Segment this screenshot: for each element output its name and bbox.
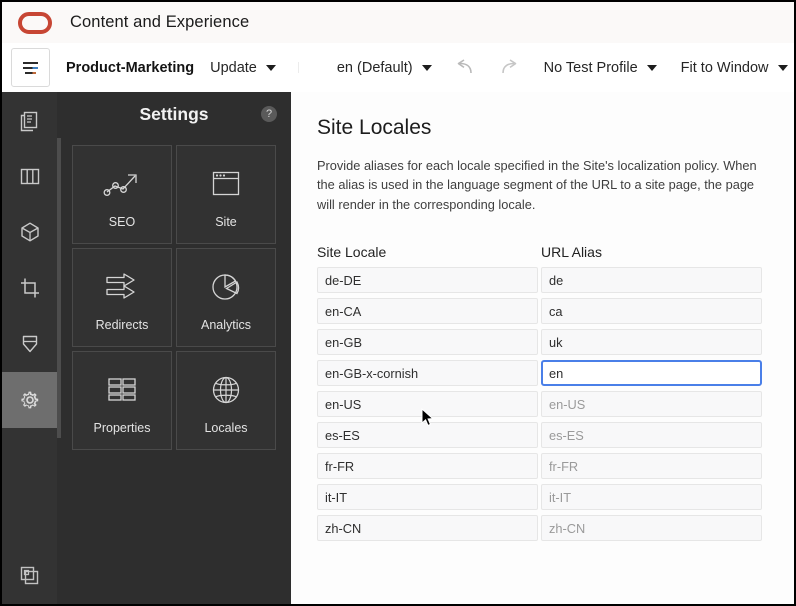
editor-toolbar: Product-Marketing Update en (Default) No… bbox=[2, 43, 794, 93]
copy-pages-icon bbox=[18, 564, 42, 588]
settings-tile-analytics[interactable]: Analytics bbox=[176, 248, 276, 347]
page-description: Provide aliases for each locale specifie… bbox=[317, 156, 763, 214]
table-row bbox=[317, 453, 766, 479]
settings-panel-title: Settings bbox=[139, 104, 208, 125]
settings-tile-label: Site bbox=[215, 215, 237, 229]
gear-icon bbox=[18, 388, 42, 412]
main-content: Site Locales Provide aliases for each lo… bbox=[291, 92, 794, 604]
test-profile-label: No Test Profile bbox=[544, 60, 638, 76]
site-locale-input[interactable] bbox=[317, 391, 538, 417]
sidebar-item-duplicate[interactable] bbox=[2, 548, 57, 604]
undo-redo-group bbox=[454, 59, 520, 77]
sidebar-item-components[interactable] bbox=[2, 204, 57, 260]
zoom-label: Fit to Window bbox=[681, 60, 769, 76]
url-alias-input[interactable] bbox=[541, 422, 762, 448]
crop-frame-icon bbox=[18, 276, 42, 300]
url-alias-input[interactable] bbox=[541, 484, 762, 510]
site-locale-input[interactable] bbox=[317, 453, 538, 479]
settings-tile-label: Properties bbox=[94, 421, 151, 435]
url-alias-input[interactable] bbox=[541, 391, 762, 417]
site-locale-input[interactable] bbox=[317, 484, 538, 510]
redo-arrow-icon[interactable] bbox=[498, 59, 520, 77]
table-row bbox=[317, 329, 766, 355]
panel-scrollbar[interactable] bbox=[57, 138, 61, 438]
settings-tile-label: Analytics bbox=[201, 318, 251, 332]
url-alias-input[interactable] bbox=[541, 298, 762, 324]
url-alias-input[interactable] bbox=[541, 453, 762, 479]
help-question-icon[interactable]: ? bbox=[261, 106, 277, 122]
column-header-url-alias: URL Alias bbox=[541, 244, 602, 260]
application-window: Content and Experience Product-Marketing… bbox=[2, 2, 794, 604]
url-alias-input[interactable] bbox=[541, 360, 762, 386]
update-dropdown-label: Update bbox=[210, 60, 257, 76]
url-alias-input[interactable] bbox=[541, 515, 762, 541]
chevron-down-icon bbox=[778, 65, 788, 71]
column-header-site-locale: Site Locale bbox=[317, 244, 541, 260]
sidebar-item-theme[interactable] bbox=[2, 316, 57, 372]
oracle-logo bbox=[18, 12, 52, 34]
settings-tile-properties[interactable]: Properties bbox=[72, 351, 172, 450]
sidebar-item-settings[interactable] bbox=[2, 372, 57, 428]
locale-dropdown[interactable]: en (Default) bbox=[337, 60, 432, 76]
settings-tile-seo[interactable]: SEO bbox=[72, 145, 172, 244]
site-locale-input[interactable] bbox=[317, 360, 538, 386]
site-locale-input[interactable] bbox=[317, 515, 538, 541]
pie-chart-icon bbox=[205, 264, 247, 310]
locale-table bbox=[317, 267, 766, 546]
table-row bbox=[317, 298, 766, 324]
app-title: Content and Experience bbox=[70, 13, 249, 32]
chevron-down-icon bbox=[422, 65, 432, 71]
pages-icon bbox=[19, 108, 41, 132]
site-locale-input[interactable] bbox=[317, 267, 538, 293]
settings-tile-label: SEO bbox=[109, 215, 135, 229]
browser-window-icon bbox=[205, 161, 247, 207]
toolbar-divider bbox=[298, 62, 299, 73]
test-profile-dropdown[interactable]: No Test Profile bbox=[544, 60, 657, 76]
components-cube-icon bbox=[18, 220, 42, 244]
settings-tile-label: Redirects bbox=[96, 318, 149, 332]
settings-tile-redirects[interactable]: Redirects bbox=[72, 248, 172, 347]
table-row bbox=[317, 484, 766, 510]
brand-bar: Content and Experience bbox=[2, 2, 794, 44]
chevron-down-icon bbox=[647, 65, 657, 71]
table-row bbox=[317, 391, 766, 417]
columns-icon bbox=[18, 165, 42, 187]
settings-tile-grid: SEO Site bbox=[72, 145, 276, 450]
undo-arrow-icon[interactable] bbox=[454, 59, 476, 77]
table-row bbox=[317, 360, 766, 386]
sidebar-item-layouts[interactable] bbox=[2, 148, 57, 204]
settings-tile-locales[interactable]: Locales bbox=[176, 351, 276, 450]
sidebar-item-crop[interactable] bbox=[2, 260, 57, 316]
site-locale-input[interactable] bbox=[317, 422, 538, 448]
theme-pen-icon bbox=[19, 332, 41, 356]
redirect-arrows-icon bbox=[101, 264, 143, 310]
sidebar-item-pages[interactable] bbox=[2, 92, 57, 148]
globe-icon bbox=[205, 367, 247, 413]
settings-panel: Settings ? SEO bbox=[57, 92, 291, 604]
hamburger-menu-icon[interactable] bbox=[11, 48, 50, 87]
table-row bbox=[317, 422, 766, 448]
table-row bbox=[317, 267, 766, 293]
update-dropdown[interactable]: Update bbox=[210, 60, 276, 76]
chevron-down-icon bbox=[266, 65, 276, 71]
table-row bbox=[317, 515, 766, 541]
properties-grid-icon bbox=[101, 367, 143, 413]
settings-panel-header: Settings ? bbox=[57, 92, 291, 137]
url-alias-input[interactable] bbox=[541, 267, 762, 293]
site-locale-input[interactable] bbox=[317, 298, 538, 324]
page-title: Site Locales bbox=[317, 116, 766, 140]
settings-tile-site[interactable]: Site bbox=[176, 145, 276, 244]
table-column-headers: Site Locale URL Alias bbox=[317, 244, 766, 260]
settings-tile-label: Locales bbox=[204, 421, 247, 435]
site-locale-input[interactable] bbox=[317, 329, 538, 355]
left-icon-rail bbox=[2, 92, 57, 604]
url-alias-input[interactable] bbox=[541, 329, 762, 355]
locale-dropdown-label: en (Default) bbox=[337, 60, 413, 76]
trend-line-icon bbox=[101, 161, 143, 207]
site-name-label: Product-Marketing bbox=[66, 60, 194, 76]
zoom-dropdown[interactable]: Fit to Window bbox=[681, 60, 788, 76]
